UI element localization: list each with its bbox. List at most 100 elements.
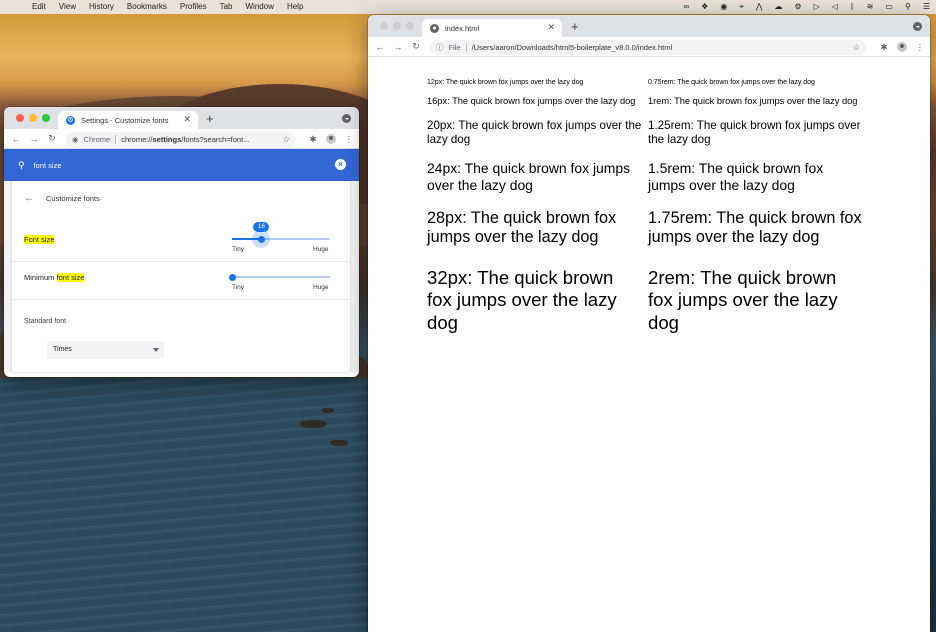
address-scheme: File bbox=[448, 42, 461, 52]
page-window: ● index.html ✕ + ← → ↻ ⓘ File /Users/aar… bbox=[368, 15, 930, 632]
menu-tab[interactable]: Tab bbox=[220, 0, 233, 14]
rem-sample-line-0: 0.75rem: The quick brown fox jumps over … bbox=[648, 79, 815, 86]
font-size-slider-knob[interactable] bbox=[257, 235, 265, 243]
close-window-button[interactable] bbox=[380, 22, 388, 30]
cloud-icon[interactable]: ☁ bbox=[774, 0, 782, 14]
tab-strip: ● index.html ✕ + bbox=[368, 15, 930, 37]
rem-sample-line-5: 2rem: The quick brown fox jumps over the… bbox=[648, 267, 838, 333]
min-font-size-slider[interactable] bbox=[228, 273, 330, 281]
clear-search-icon[interactable]: × bbox=[335, 159, 346, 170]
min-font-size-slider-knob[interactable] bbox=[228, 273, 236, 281]
tab-search-icon[interactable] bbox=[913, 22, 922, 31]
px-sample-line-3: 24px: The quick brown fox jumps over the… bbox=[427, 160, 631, 193]
tab-settings[interactable]: ⚙ Settings - Customize fonts ✕ bbox=[58, 111, 198, 129]
search-icon[interactable]: ⚲ bbox=[905, 0, 911, 14]
tab-search-icon[interactable] bbox=[342, 114, 351, 123]
play-icon[interactable]: ▷ bbox=[814, 0, 820, 14]
volume-icon[interactable]: ◁ bbox=[832, 0, 838, 14]
rem-sample-line-1: 1rem: The quick brown fox jumps over the… bbox=[648, 96, 858, 106]
menu-kebab-icon[interactable]: ⋮ bbox=[345, 134, 354, 145]
standard-font-select[interactable]: Times bbox=[47, 341, 164, 359]
px-sample-line-1: 16px: The quick brown fox jumps over the… bbox=[427, 96, 636, 106]
tab-index[interactable]: ● index.html ✕ bbox=[422, 19, 562, 37]
dropbox-icon[interactable]: ❖ bbox=[701, 0, 708, 14]
extensions-icon[interactable]: ✱ bbox=[880, 42, 887, 53]
font-size-slider[interactable]: 16 bbox=[232, 222, 330, 248]
px-sample-line-5: 32px: The quick brown fox jumps over the… bbox=[427, 267, 617, 333]
close-tab-icon[interactable]: ✕ bbox=[547, 22, 555, 33]
menu-bookmarks[interactable]: Bookmarks bbox=[127, 0, 167, 14]
close-tab-icon[interactable]: ✕ bbox=[183, 114, 191, 125]
standard-font-label: Standard font bbox=[24, 318, 67, 325]
zoom-window-button[interactable] bbox=[42, 114, 50, 122]
section-header: ← Customize fonts bbox=[24, 193, 100, 204]
address-path-bold: settings bbox=[152, 134, 182, 144]
menu-window[interactable]: Window bbox=[246, 0, 274, 14]
font-size-label: Font size bbox=[24, 235, 55, 244]
reload-button[interactable]: ↻ bbox=[43, 133, 61, 144]
bluetooth-icon[interactable]: ᛒ bbox=[850, 0, 855, 14]
profile-avatar[interactable] bbox=[325, 134, 336, 144]
new-tab-button[interactable]: + bbox=[571, 19, 579, 35]
extensions-icon[interactable]: ✱ bbox=[309, 134, 316, 145]
zoom-window-button[interactable] bbox=[406, 22, 414, 30]
search-icon: ⚲ bbox=[18, 159, 25, 170]
address-host: chrome:// bbox=[121, 134, 153, 144]
min-font-size-label: Minimum font size bbox=[24, 273, 85, 282]
rem-sample-line-2: 1.25rem: The quick brown fox jumps over … bbox=[648, 119, 861, 146]
address-bar[interactable]: ⓘ File /Users/aaron/Downloads/html5-boil… bbox=[430, 39, 866, 55]
chrome-icon: ◉ bbox=[72, 134, 79, 144]
settings-page: ← Customize fonts Font size 16 Tiny Huge… bbox=[4, 181, 359, 372]
close-window-button[interactable] bbox=[16, 114, 24, 122]
font-size-value-bubble: 16 bbox=[253, 222, 270, 232]
battery-icon[interactable]: ▭ bbox=[885, 0, 893, 14]
bookmark-star-icon[interactable]: ☆ bbox=[852, 42, 860, 53]
menu-kebab-icon[interactable]: ⋮ bbox=[916, 42, 925, 53]
font-size-tick-tiny: Tiny bbox=[232, 246, 245, 253]
address-path: /fonts?search=font... bbox=[181, 134, 250, 144]
browser-toolbar: ← → ↻ ⓘ File /Users/aaron/Downloads/html… bbox=[368, 37, 930, 57]
reload-button[interactable]: ↻ bbox=[407, 41, 425, 52]
fonts-card: ← Customize fonts Font size 16 Tiny Huge… bbox=[12, 181, 350, 372]
control-center-icon[interactable]: ☰ bbox=[923, 0, 930, 14]
menu-profiles[interactable]: Profiles bbox=[180, 0, 207, 14]
crosshair-icon[interactable]: ⌖ bbox=[739, 0, 744, 14]
forward-button[interactable]: → bbox=[25, 134, 43, 144]
record-icon[interactable]: ◉ bbox=[720, 0, 727, 14]
menu-edit[interactable]: Edit bbox=[32, 0, 46, 14]
tab-title: Settings - Customize fonts bbox=[81, 115, 169, 125]
back-button[interactable]: ← bbox=[7, 134, 25, 144]
menu-history[interactable]: History bbox=[89, 0, 114, 14]
forward-button[interactable]: → bbox=[389, 42, 407, 52]
app-icon[interactable]: ⋀ bbox=[756, 0, 763, 14]
min-font-size-tick-huge: Huge bbox=[313, 284, 329, 291]
window-controls bbox=[16, 114, 55, 122]
address-bar[interactable]: ◉ Chrome chrome://settings/fonts?search=… bbox=[66, 131, 296, 147]
back-arrow-icon[interactable]: ← bbox=[24, 193, 34, 204]
creative-cloud-icon[interactable]: ∞ bbox=[683, 0, 689, 14]
chevron-down-icon bbox=[153, 348, 159, 352]
new-tab-button[interactable]: + bbox=[206, 111, 214, 127]
back-button[interactable]: ← bbox=[371, 42, 389, 52]
profile-avatar[interactable] bbox=[896, 42, 907, 52]
settings-search-input[interactable]: font size bbox=[34, 161, 62, 170]
menu-help[interactable]: Help bbox=[287, 0, 303, 14]
browser-toolbar: ← → ↻ ◉ Chrome chrome://settings/fonts?s… bbox=[4, 129, 359, 149]
wifi-icon[interactable]: ≋ bbox=[867, 0, 874, 14]
minimize-window-button[interactable] bbox=[393, 22, 401, 30]
font-size-tick-huge: Huge bbox=[313, 246, 329, 253]
menu-view[interactable]: View bbox=[59, 0, 76, 14]
gear-icon[interactable]: ⚙ bbox=[794, 0, 801, 14]
status-area: ∞ ❖ ◉ ⌖ ⋀ ☁ ⚙ ▷ ◁ ᛒ ≋ ▭ ⚲ ☰ bbox=[671, 0, 930, 14]
address-scheme: Chrome bbox=[83, 134, 111, 144]
tab-strip: ⚙ Settings - Customize fonts ✕ + bbox=[4, 107, 359, 129]
info-icon: ⓘ bbox=[436, 42, 444, 52]
globe-icon: ● bbox=[430, 23, 439, 33]
rem-sample-line-4: 1.75rem: The quick brown fox jumps over … bbox=[648, 209, 862, 247]
settings-gear-icon: ⚙ bbox=[66, 115, 75, 125]
section-title: Customize fonts bbox=[46, 194, 100, 203]
bookmark-star-icon[interactable]: ☆ bbox=[282, 134, 290, 145]
address-url: /Users/aaron/Downloads/html5-boilerplate… bbox=[471, 42, 673, 52]
page-content: 12px: The quick brown fox jumps over the… bbox=[368, 59, 930, 627]
minimize-window-button[interactable] bbox=[29, 114, 37, 122]
